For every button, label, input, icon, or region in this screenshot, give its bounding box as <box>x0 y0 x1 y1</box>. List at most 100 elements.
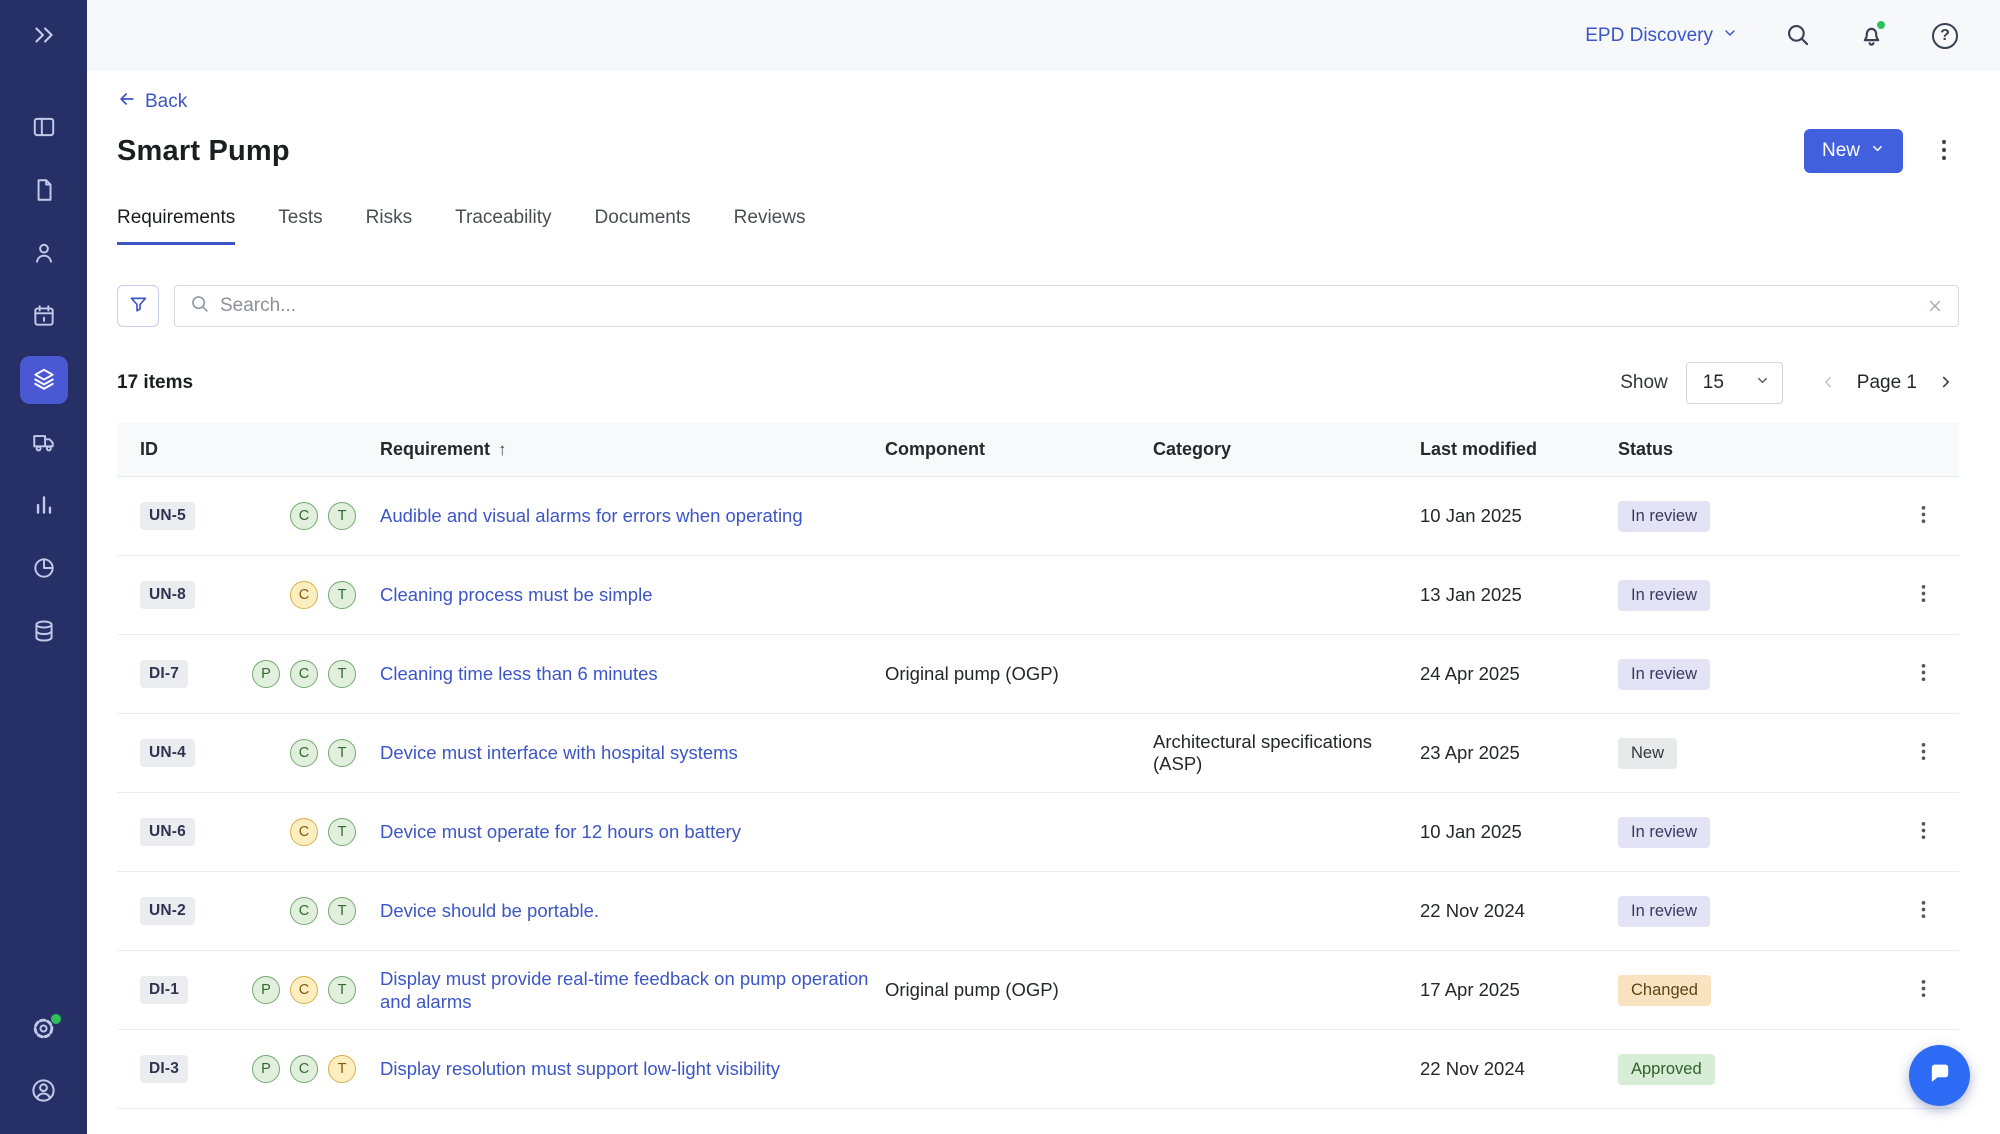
tab-traceability[interactable]: Traceability <box>455 207 551 245</box>
sidebar-item-deliveries[interactable] <box>20 419 68 467</box>
settings-notification-dot <box>51 1014 61 1024</box>
sidebar-item-reports[interactable] <box>20 482 68 530</box>
requirement-link[interactable]: Device must operate for 12 hours on batt… <box>380 820 741 843</box>
sidebar-nav <box>20 104 68 656</box>
pagination-controls: Show 15 Page 1 <box>1620 362 1959 404</box>
requirement-link[interactable]: Display resolution must support low-ligh… <box>380 1057 780 1080</box>
maturity-badge-p: P <box>252 660 280 688</box>
maturity-badge-p: P <box>252 976 280 1004</box>
next-page-button[interactable] <box>1933 369 1959 398</box>
filter-button[interactable] <box>117 285 159 327</box>
category-cell: Architectural specifications (ASP) <box>1153 717 1420 789</box>
database-icon <box>31 618 57 647</box>
maturity-badge-p: P <box>252 1055 280 1083</box>
header-requirement[interactable]: Requirement ↑ <box>380 439 885 460</box>
sidebar-expand-button[interactable] <box>20 12 68 60</box>
maturity-badges: PCT <box>251 646 380 702</box>
workspace-label: EPD Discovery <box>1585 25 1713 47</box>
row-menu-button[interactable] <box>1903 662 1943 686</box>
tab-tests[interactable]: Tests <box>278 207 322 245</box>
requirement-cell: Cleaning time less than 6 minutes <box>380 648 885 699</box>
requirement-link[interactable]: Device must interface with hospital syst… <box>380 741 738 764</box>
requirement-cell: Device should be portable. <box>380 885 885 936</box>
row-id-badge: UN-2 <box>140 897 195 925</box>
header-category[interactable]: Category <box>1153 439 1420 460</box>
workspace-selector[interactable]: EPD Discovery <box>1585 25 1738 47</box>
status-badge: Changed <box>1618 975 1711 1006</box>
help-button[interactable]: ? <box>1930 21 1960 51</box>
tab-documents[interactable]: Documents <box>595 207 691 245</box>
page-menu-button[interactable] <box>1929 133 1959 169</box>
row-id-badge: UN-4 <box>140 739 195 767</box>
status-cell: In review <box>1618 566 1903 625</box>
category-cell <box>1153 660 1420 688</box>
status-cell: In review <box>1618 882 1903 941</box>
maturity-badge-t: T <box>328 581 356 609</box>
prev-page-button[interactable] <box>1815 369 1841 398</box>
table-header-row: ID Requirement ↑ Component Category Last… <box>117 423 1959 477</box>
sidebar-item-documents[interactable] <box>20 167 68 215</box>
page-size-select[interactable]: 15 <box>1686 362 1783 404</box>
sidebar-item-database[interactable] <box>20 608 68 656</box>
requirement-cell: Device must interface with hospital syst… <box>380 727 885 778</box>
status-badge: Approved <box>1618 1054 1715 1085</box>
modified-cell: 10 Jan 2025 <box>1420 807 1618 857</box>
row-menu-button[interactable] <box>1903 899 1943 923</box>
row-menu-button[interactable] <box>1903 741 1943 765</box>
status-badge: In review <box>1618 896 1710 927</box>
notifications-button[interactable] <box>1856 21 1886 51</box>
sidebar-item-calendar[interactable] <box>20 293 68 341</box>
back-label: Back <box>145 91 187 113</box>
header-component[interactable]: Component <box>885 439 1153 460</box>
maturity-badge-t: T <box>328 976 356 1004</box>
id-cell: UN-2 <box>117 883 251 939</box>
sidebar-item-dashboard[interactable] <box>20 104 68 152</box>
help-icon: ? <box>1932 23 1958 49</box>
status-badge: In review <box>1618 817 1710 848</box>
category-cell <box>1153 1055 1420 1083</box>
requirement-link[interactable]: Device should be portable. <box>380 899 599 922</box>
category-cell <box>1153 897 1420 925</box>
bar-chart-icon <box>31 492 57 521</box>
pie-chart-icon <box>31 555 57 584</box>
maturity-badge-t: T <box>328 897 356 925</box>
requirement-cell: Display must provide real-time feedback … <box>380 953 885 1027</box>
sidebar-item-users[interactable] <box>20 230 68 278</box>
row-menu-button[interactable] <box>1903 820 1943 844</box>
global-search-button[interactable] <box>1782 21 1812 51</box>
clear-search-icon[interactable] <box>1926 297 1944 315</box>
modified-cell: 24 Apr 2025 <box>1420 649 1618 699</box>
search-input[interactable] <box>220 295 1916 317</box>
tab-risks[interactable]: Risks <box>366 207 412 245</box>
status-cell: In review <box>1618 803 1903 862</box>
row-menu-button[interactable] <box>1903 978 1943 1002</box>
row-menu-button[interactable] <box>1903 583 1943 607</box>
account-button[interactable] <box>20 1068 68 1116</box>
component-cell <box>885 502 1153 530</box>
main-area: EPD Discovery ? Back Smart Pump New <box>87 0 2000 1134</box>
chat-button[interactable] <box>1909 1045 1970 1106</box>
table-row: UN-8 CT Cleaning process must be simple … <box>117 556 1959 635</box>
settings-button[interactable] <box>20 1006 68 1054</box>
sidebar <box>0 0 87 1134</box>
new-button[interactable]: New <box>1804 129 1903 173</box>
requirement-link[interactable]: Audible and visual alarms for errors whe… <box>380 504 803 527</box>
sidebar-item-analytics[interactable] <box>20 545 68 593</box>
row-menu-button[interactable] <box>1903 504 1943 528</box>
requirement-link[interactable]: Cleaning process must be simple <box>380 583 653 606</box>
category-cell <box>1153 502 1420 530</box>
row-id-badge: DI-1 <box>140 976 188 1004</box>
header-id[interactable]: ID <box>117 439 251 460</box>
tab-reviews[interactable]: Reviews <box>734 207 806 245</box>
header-status[interactable]: Status <box>1618 439 1903 460</box>
title-row: Smart Pump New <box>117 129 1959 173</box>
tab-requirements[interactable]: Requirements <box>117 207 235 245</box>
requirement-link[interactable]: Cleaning time less than 6 minutes <box>380 662 658 685</box>
row-id-badge: DI-7 <box>140 660 188 688</box>
requirement-link[interactable]: Display must provide real-time feedback … <box>380 967 869 1013</box>
header-last-modified[interactable]: Last modified <box>1420 439 1618 460</box>
table-row: UN-4 CT Device must interface with hospi… <box>117 714 1959 793</box>
sidebar-item-requirements[interactable] <box>20 356 68 404</box>
maturity-badge-t: T <box>328 502 356 530</box>
back-link[interactable]: Back <box>117 89 187 115</box>
